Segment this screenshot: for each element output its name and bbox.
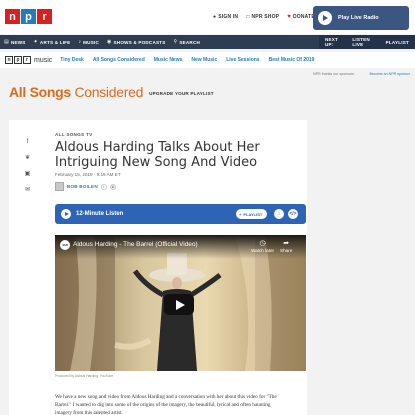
article-title: Aldous Harding Talks About Her Intriguin… [55, 140, 260, 170]
nav-right: NEXT UP: LISTEN LIVE PLAYLIST [319, 35, 415, 49]
heart-icon: ♥ [287, 14, 291, 20]
twitter-icon[interactable]: ❦ [24, 154, 31, 161]
become-sponsor-link[interactable]: Become an NPR sponsor [369, 72, 410, 76]
share-button[interactable]: ➦ Share [280, 239, 292, 253]
sign-in-link[interactable]: ● SIGN IN [213, 14, 238, 20]
video-caption: Produced by Aldous Harding, YouTube [55, 374, 114, 378]
npr-shop-label: NPR SHOP [251, 14, 280, 20]
music-logo-r: r [23, 56, 31, 64]
show-title[interactable]: All Songs Considered [9, 84, 143, 100]
microphone-icon: ◉ [106, 39, 112, 45]
sponsor-thanks: NPR thanks our sponsors [313, 72, 354, 76]
playlist-label: PLAYLIST [243, 211, 263, 217]
sponsor-bar: NPR thanks our sponsors Become an NPR sp… [313, 72, 410, 76]
playlist-link[interactable]: PLAYLIST [386, 40, 409, 45]
plus-icon: + [239, 211, 242, 217]
play-icon [318, 11, 332, 25]
nav-news-label: NEWS [10, 39, 26, 45]
nav-music[interactable]: ♪ MUSIC [78, 39, 99, 45]
upgrade-playlist-link[interactable]: UPGRADE YOUR PLAYLIST [149, 91, 214, 96]
nav-arts-life[interactable]: ✦ ARTS & LIFE [34, 39, 71, 45]
logo-letter-p: p [21, 9, 36, 24]
subnav-new-music[interactable]: New Music [191, 57, 217, 63]
watch-later-label: Watch later [251, 248, 275, 253]
show-title-light: Considered [70, 84, 144, 100]
search-icon: ⚲ [173, 39, 178, 45]
npr-music-logo[interactable]: n p r music [5, 56, 52, 64]
embed-icon[interactable]: </> [288, 209, 298, 219]
subnav-best-music-2019[interactable]: Best Music Of 2019 [269, 57, 315, 63]
music-logo-p: p [14, 56, 22, 64]
twitter-icon[interactable]: t [100, 183, 107, 190]
share-label: Share [280, 248, 293, 253]
article-eyebrow[interactable]: ALL SONGS TV [55, 132, 92, 137]
download-icon[interactable]: ↓ [274, 209, 284, 219]
flipboard-icon[interactable]: ▣ [24, 170, 31, 177]
share-icon: ➦ [283, 240, 290, 247]
share-tools: f ❦ ▣ ✉ [24, 138, 31, 194]
nav-arts-label: ARTS & LIFE [39, 39, 71, 45]
npr-logo[interactable]: n p r [5, 9, 52, 24]
arts-icon: ✦ [33, 39, 38, 45]
watch-later-button[interactable]: ◷ Watch later [251, 239, 274, 253]
header-links: ● SIGN IN □ NPR SHOP ♥ DONATE [213, 14, 315, 20]
instagram-icon[interactable]: ▣ [109, 183, 116, 190]
nav-music-label: MUSIC [83, 39, 99, 45]
main-content: All Songs Considered UPGRADE YOUR PLAYLI… [0, 68, 415, 415]
music-logo-word: music [34, 56, 53, 64]
show-banner: All Songs Considered UPGRADE YOUR PLAYLI… [0, 68, 307, 116]
next-up-label[interactable]: NEXT UP: [325, 37, 344, 47]
top-header: n p r ● SIGN IN □ NPR SHOP ♥ DONATE Play… [0, 0, 415, 34]
listen-bar[interactable]: 12-Minute Listen + PLAYLIST ↓ </> [55, 204, 306, 224]
clock-icon: ◷ [259, 240, 266, 247]
music-note-icon: ♪ [78, 39, 82, 45]
show-title-bold: All Songs [9, 84, 71, 100]
bag-icon: □ [246, 14, 250, 20]
listen-live-link[interactable]: LISTEN LIVE [352, 37, 377, 47]
author-name[interactable]: BOB BOILEN [67, 184, 98, 189]
subnav-live-sessions[interactable]: Live Sessions [226, 57, 259, 63]
article-date: February 15, 2019 · 9:19 AM ET [55, 172, 121, 177]
email-icon[interactable]: ✉ [24, 186, 31, 193]
donate-label: DONATE [292, 14, 315, 20]
add-to-playlist-button[interactable]: + PLAYLIST [236, 209, 268, 219]
author-avatar[interactable] [55, 182, 64, 191]
music-subnav: n p r music Tiny Desk All Songs Consider… [0, 52, 415, 68]
video-title[interactable]: Aldous Harding - The Barrel (Official Vi… [73, 241, 198, 248]
nav-shows-podcasts[interactable]: ◉ SHOWS & PODCASTS [107, 39, 166, 45]
user-icon: ● [213, 14, 217, 20]
live-radio-label: Play Live Radio [338, 15, 379, 21]
article-card: f ❦ ▣ ✉ ALL SONGS TV Aldous Harding Talk… [9, 120, 307, 415]
music-logo-n: n [5, 56, 13, 64]
nav-shows-label: SHOWS & PODCASTS [113, 39, 166, 45]
article-body: We have a new song and video from Aldous… [55, 394, 277, 415]
facebook-icon[interactable]: f [24, 138, 31, 145]
byline: BOB BOILEN t ▣ [55, 182, 116, 191]
video-play-button[interactable] [164, 294, 194, 315]
play-audio-icon[interactable] [61, 209, 71, 219]
play-live-radio-button[interactable]: Play Live Radio [313, 6, 409, 30]
npr-shop-link[interactable]: □ NPR SHOP [246, 14, 279, 20]
play-icon [175, 299, 185, 310]
subnav-all-songs-considered[interactable]: All Songs Considered [93, 57, 145, 63]
nav-search[interactable]: ⚲ SEARCH [174, 39, 200, 45]
news-icon: ▤ [4, 39, 9, 45]
listen-duration-label: 12-Minute Listen [76, 211, 124, 217]
subnav-tiny-desk[interactable]: Tiny Desk [60, 57, 84, 63]
subnav-links: Tiny Desk All Songs Considered Music New… [60, 57, 314, 63]
nav-news[interactable]: ▤ NEWS [4, 39, 26, 45]
logo-letter-r: r [37, 9, 52, 24]
nav-search-label: SEARCH [179, 39, 200, 45]
logo-letter-n: n [5, 9, 20, 24]
subnav-music-news[interactable]: Music News [154, 57, 183, 63]
donate-link[interactable]: ♥ DONATE [287, 14, 315, 20]
sign-in-label: SIGN IN [218, 14, 239, 20]
video-player[interactable]: 4AD Aldous Harding - The Barrel (Officia… [55, 235, 306, 371]
channel-avatar[interactable]: 4AD [60, 240, 70, 250]
main-nav: ▤ NEWS ✦ ARTS & LIFE ♪ MUSIC ◉ SHOWS & PODCA… [0, 35, 415, 49]
